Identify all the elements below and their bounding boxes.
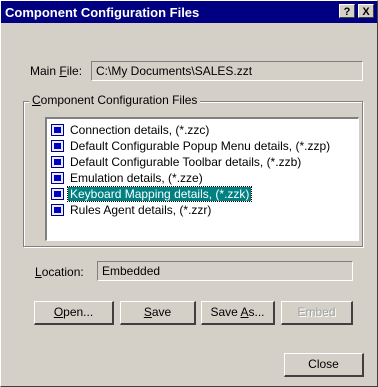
close-window-button[interactable]: X <box>358 4 374 18</box>
save-as-accel: A <box>240 305 249 319</box>
group-title: Component Configuration Files <box>29 93 201 107</box>
location-label: Location: <box>35 265 84 279</box>
group-title-accel: C <box>32 93 41 107</box>
list-item-selected[interactable]: Keyboard Mapping details, (*.zzk) <box>51 186 358 202</box>
help-button[interactable]: ? <box>339 4 355 18</box>
save-as-rest: s... <box>248 305 265 319</box>
list-item[interactable]: Default Configurable Popup Menu details,… <box>51 138 358 154</box>
open-button-accel: O <box>53 305 64 319</box>
save-button[interactable]: Save <box>120 301 196 325</box>
list-item-label: Connection details, (*.zzc) <box>70 123 210 137</box>
title-bar[interactable]: Component Configuration Files ? X <box>1 1 377 23</box>
component-config-dialog: Component Configuration Files ? X Main F… <box>0 0 378 387</box>
config-file-icon <box>51 204 64 216</box>
close-button[interactable]: Close <box>284 353 364 377</box>
list-item-label: Keyboard Mapping details, (*.zzk) <box>66 186 253 202</box>
open-button-rest: pen... <box>63 305 94 319</box>
list-item[interactable]: Default Configurable Toolbar details, (*… <box>51 154 358 170</box>
list-item-label: Default Configurable Toolbar details, (*… <box>70 155 302 169</box>
list-item[interactable]: Emulation details, (*.zze) <box>51 170 358 186</box>
save-as-pre: Save <box>210 305 241 319</box>
config-file-icon <box>51 172 64 184</box>
main-file-field: C:\My Documents\SALES.zzt <box>91 61 363 81</box>
list-item[interactable]: Rules Agent details, (*.zzr) <box>51 202 358 218</box>
save-button-accel: S <box>143 305 152 319</box>
list-item-label: Emulation details, (*.zze) <box>70 171 203 185</box>
save-as-button[interactable]: Save As... <box>201 301 275 325</box>
component-files-list[interactable]: Connection details, (*.zzc) Default Conf… <box>45 117 359 241</box>
config-file-icon <box>51 156 64 168</box>
embed-button[interactable]: Embed <box>281 301 353 325</box>
config-file-icon <box>51 140 64 152</box>
config-file-icon <box>51 188 64 200</box>
main-file-label-pre: Main <box>30 64 60 78</box>
list-item-label: Rules Agent details, (*.zzr) <box>70 203 212 217</box>
main-file-label: Main File: <box>30 64 82 78</box>
main-file-label-post: ile: <box>66 64 83 78</box>
location-label-accel: L <box>35 265 42 279</box>
open-button[interactable]: Open... <box>34 301 114 325</box>
config-file-icon <box>51 124 64 136</box>
location-label-rest: ocation: <box>41 265 84 279</box>
list-item-label: Default Configurable Popup Menu details,… <box>70 139 331 153</box>
main-file-label-accel: F <box>59 64 67 78</box>
dialog-title: Component Configuration Files <box>5 4 200 20</box>
location-field: Embedded <box>97 261 353 281</box>
list-item[interactable]: Connection details, (*.zzc) <box>51 122 358 138</box>
save-button-rest: ave <box>151 305 172 319</box>
group-title-rest: omponent Configuration Files <box>40 93 198 107</box>
